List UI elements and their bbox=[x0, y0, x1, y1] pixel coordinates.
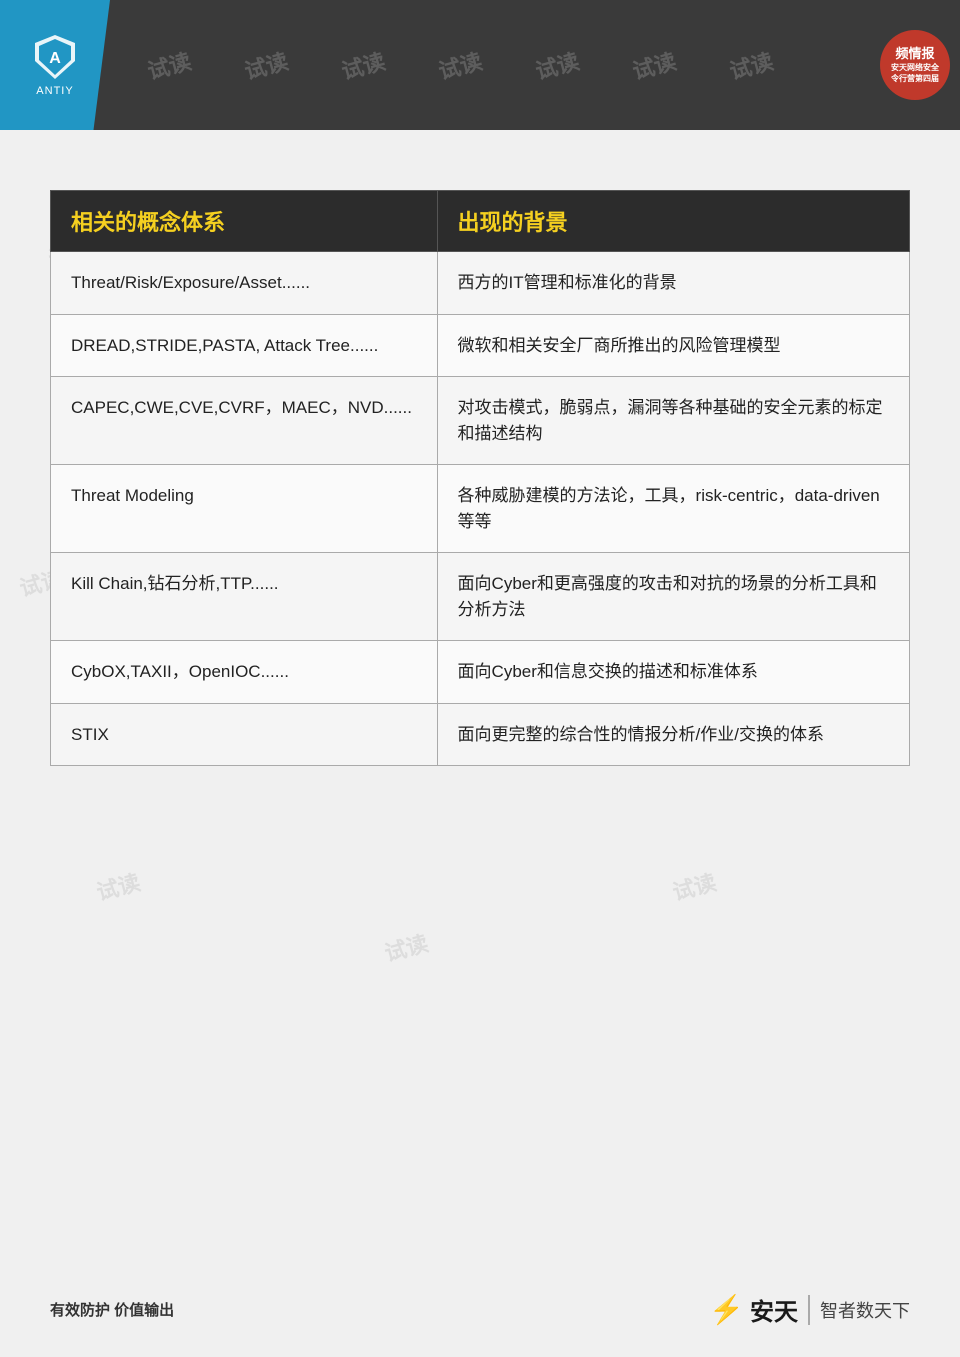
main-content: 相关的概念体系 出现的背景 Threat/Risk/Exposure/Asset… bbox=[0, 130, 960, 796]
logo-shield-icon: A bbox=[31, 33, 79, 81]
watermark-5: 试读 bbox=[532, 44, 583, 86]
watermark-4: 试读 bbox=[435, 44, 486, 86]
cell-background: 对攻击模式，脆弱点，漏洞等各种基础的安全元素的标定和描述结构 bbox=[437, 377, 909, 465]
cell-concept: CybOX,TAXII，OpenIOC...... bbox=[51, 641, 438, 704]
logo-text: ANTIY bbox=[36, 85, 73, 97]
footer-brand-container: ⚡ 安天 智者数天下 bbox=[709, 1292, 910, 1327]
table-row: STIX面向更完整的综合性的情报分析/作业/交换的体系 bbox=[51, 703, 910, 766]
cell-concept: Threat/Risk/Exposure/Asset...... bbox=[51, 252, 438, 315]
table-row: CAPEC,CWE,CVE,CVRF，MAEC，NVD......对攻击模式，脆… bbox=[51, 377, 910, 465]
watermark-3: 试读 bbox=[337, 44, 388, 86]
cell-background: 面向更完整的综合性的情报分析/作业/交换的体系 bbox=[437, 703, 909, 766]
table-row: CybOX,TAXII，OpenIOC......面向Cyber和信息交换的描述… bbox=[51, 641, 910, 704]
watermark-2: 试读 bbox=[240, 44, 291, 86]
table-row: Threat/Risk/Exposure/Asset......西方的IT管理和… bbox=[51, 252, 910, 315]
footer-brand: ⚡ 安天 智者数天下 bbox=[709, 1292, 910, 1327]
logo-box: A ANTIY bbox=[0, 0, 110, 130]
cell-concept: Kill Chain,钻石分析,TTP...... bbox=[51, 553, 438, 641]
table-header-row: 相关的概念体系 出现的背景 bbox=[51, 191, 910, 252]
svg-text:A: A bbox=[49, 50, 61, 67]
cell-background: 面向Cyber和更高强度的攻击和对抗的场景的分析工具和分析方法 bbox=[437, 553, 909, 641]
watermark-6: 试读 bbox=[629, 44, 680, 86]
concept-table: 相关的概念体系 出现的背景 Threat/Risk/Exposure/Asset… bbox=[50, 190, 910, 766]
bwm-10: 试读 bbox=[93, 865, 144, 907]
bwm-12: 试读 bbox=[669, 865, 720, 907]
table-row: DREAD,STRIDE,PASTA, Attack Tree......微软和… bbox=[51, 314, 910, 377]
col2-header: 出现的背景 bbox=[437, 191, 909, 252]
header-brand-right: 频情报 安天网络安全令行营第四届 bbox=[880, 30, 950, 100]
footer-tagline: 有效防护 价值输出 bbox=[50, 1299, 174, 1320]
header-watermark-area: 试读 试读 试读 试读 试读 试读 试读 bbox=[0, 0, 960, 130]
footer-brand-sub: 智者数天下 bbox=[820, 1297, 910, 1323]
footer-brand-name: 安天 bbox=[750, 1292, 798, 1327]
cell-background: 面向Cyber和信息交换的描述和标准体系 bbox=[437, 641, 909, 704]
watermark-1: 试读 bbox=[143, 44, 194, 86]
header: A ANTIY 试读 试读 试读 试读 试读 试读 试读 频情报 安天网络安全令… bbox=[0, 0, 960, 130]
cell-concept: Threat Modeling bbox=[51, 465, 438, 553]
cell-background: 各种威胁建模的方法论，工具，risk-centric，data-driven等等 bbox=[437, 465, 909, 553]
cell-concept: STIX bbox=[51, 703, 438, 766]
cell-concept: CAPEC,CWE,CVE,CVRF，MAEC，NVD...... bbox=[51, 377, 438, 465]
col1-header: 相关的概念体系 bbox=[51, 191, 438, 252]
table-row: Kill Chain,钻石分析,TTP......面向Cyber和更高强度的攻击… bbox=[51, 553, 910, 641]
brand-circle: 频情报 安天网络安全令行营第四届 bbox=[880, 30, 950, 100]
lightning-icon: ⚡ bbox=[709, 1293, 744, 1326]
footer: 有效防护 价值输出 ⚡ 安天 智者数天下 bbox=[0, 1292, 960, 1327]
brand-divider bbox=[808, 1295, 810, 1325]
watermark-7: 试读 bbox=[726, 44, 777, 86]
cell-background: 西方的IT管理和标准化的背景 bbox=[437, 252, 909, 315]
cell-background: 微软和相关安全厂商所推出的风险管理模型 bbox=[437, 314, 909, 377]
cell-concept: DREAD,STRIDE,PASTA, Attack Tree...... bbox=[51, 314, 438, 377]
bwm-11: 试读 bbox=[381, 926, 432, 968]
table-row: Threat Modeling各种威胁建模的方法论，工具，risk-centri… bbox=[51, 465, 910, 553]
